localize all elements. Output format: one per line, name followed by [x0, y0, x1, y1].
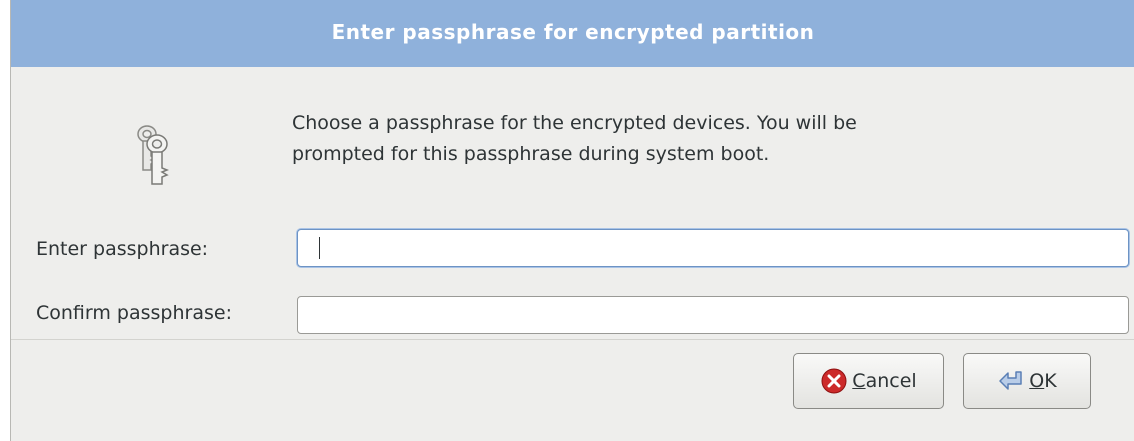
text-cursor — [319, 237, 320, 259]
button-separator — [11, 339, 1134, 340]
cancel-icon — [821, 368, 847, 394]
dialog-title: Enter passphrase for encrypted partition — [11, 0, 1134, 67]
cancel-button[interactable]: Cancel — [793, 353, 944, 409]
keys-icon — [137, 125, 170, 185]
dialog-message: Choose a passphrase for the encrypted de… — [292, 112, 857, 165]
cancel-label: Cancel — [852, 370, 917, 392]
confirm-passphrase-label: Confirm passphrase: — [36, 302, 232, 324]
ok-arrow-icon — [999, 371, 1023, 390]
passphrase-dialog: Enter passphrase for encrypted partition… — [10, 0, 1134, 441]
ok-button[interactable]: OK — [963, 353, 1091, 409]
ok-label: OK — [1029, 370, 1057, 392]
enter-passphrase-field[interactable] — [297, 229, 1129, 267]
confirm-passphrase-field[interactable] — [297, 296, 1129, 334]
enter-passphrase-label: Enter passphrase: — [36, 238, 209, 260]
